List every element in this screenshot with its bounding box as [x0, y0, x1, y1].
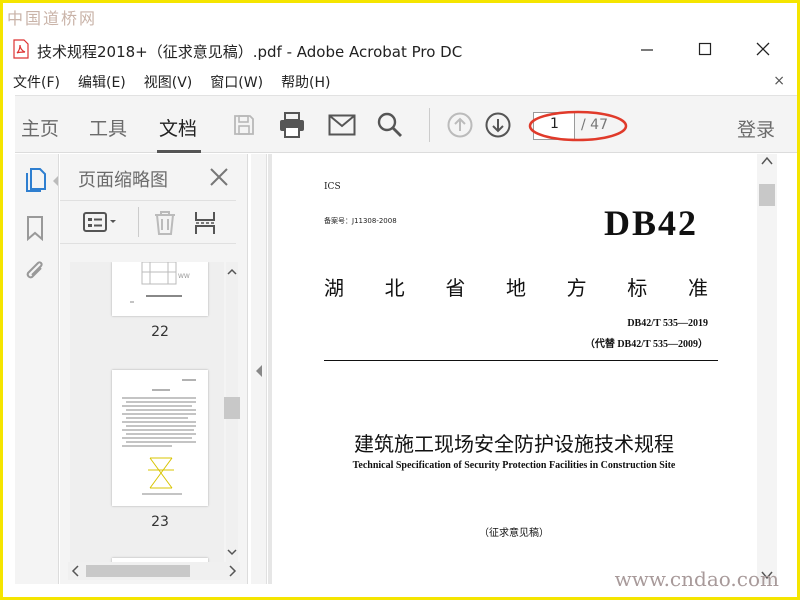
menu-file[interactable]: 文件(F) — [13, 72, 60, 92]
doc-draft-label: （征求意见稿） — [479, 528, 549, 539]
page-22-preview: WW — [130, 262, 190, 303]
thumbnail-list[interactable]: WW 22 23 — [70, 262, 224, 562]
thumbnail-toolbar — [60, 200, 236, 244]
bookmark-icon — [27, 216, 43, 241]
thumbnail-label-23: 23 — [151, 514, 169, 530]
doc-header-rule — [324, 360, 718, 361]
thumbnail-toolbar-separator — [138, 207, 139, 237]
thumbnail-vertical-scrollbar[interactable] — [224, 262, 240, 562]
svg-text:WW: WW — [178, 273, 190, 280]
insert-page-icon[interactable] — [194, 210, 218, 236]
tab-tools[interactable]: 工具 — [89, 114, 127, 141]
title-bar: 技术规程2018+（征求意见稿）.pdf - Adobe Acrobat Pro… — [3, 33, 797, 67]
menu-view[interactable]: 视图(V) — [144, 72, 193, 92]
tab-home[interactable]: 主页 — [21, 114, 59, 141]
thumbnail-horizontal-scrollbar[interactable] — [68, 562, 240, 580]
menu-help[interactable]: 帮助(H) — [281, 72, 330, 92]
pages-icon — [26, 168, 46, 192]
doc-replaces: （代替 DB42/T 535—2009） — [584, 339, 708, 350]
print-icon — [280, 112, 304, 138]
doc-standard-type: 湖 北 省 地 方 标 准 — [324, 272, 708, 301]
paperclip-icon — [26, 261, 43, 279]
print-button[interactable] — [277, 110, 307, 140]
pdf-file-icon — [13, 39, 29, 59]
email-icon — [328, 114, 356, 136]
thumbnail-panel: 页面缩略图 WW 22 23 — [60, 154, 248, 584]
navigation-rail — [15, 154, 59, 584]
minimize-icon — [641, 49, 653, 51]
doc-scroll-up-icon[interactable] — [760, 156, 774, 166]
thumbnail-page-22[interactable]: WW — [112, 262, 208, 316]
highlight-annotation — [528, 110, 628, 142]
std-char: 北 — [384, 276, 405, 300]
maximize-button[interactable] — [685, 35, 725, 63]
close-panel-icon[interactable] — [208, 166, 230, 188]
page-up-icon — [447, 112, 473, 138]
page-thumbnails-button[interactable] — [21, 166, 49, 194]
attachments-button[interactable] — [21, 258, 49, 286]
std-char: 地 — [505, 276, 526, 300]
active-tab-indicator — [157, 150, 201, 153]
doc-scroll-thumb[interactable] — [759, 184, 775, 206]
active-rail-indicator — [53, 176, 58, 186]
std-char: 准 — [687, 276, 708, 300]
document-view[interactable]: ICS 备案号：J11308-2008 DB42 湖 北 省 地 方 标 准 D… — [268, 154, 756, 584]
app-window: 中国道桥网 技术规程2018+（征求意见稿）.pdf - Adobe Acrob… — [0, 0, 800, 600]
thumbnail-scroll-thumb[interactable] — [224, 397, 240, 419]
search-icon — [377, 112, 402, 137]
minimize-button[interactable] — [627, 35, 667, 63]
watermark-top: 中国道桥网 — [7, 9, 98, 28]
doc-ics: ICS — [324, 182, 341, 192]
scroll-left-icon[interactable] — [70, 564, 82, 578]
page-23-preview — [122, 379, 196, 495]
scroll-up-icon[interactable] — [226, 266, 238, 278]
std-char: 标 — [627, 276, 648, 300]
doc-standard-code: DB42 — [603, 203, 698, 243]
doc-standard-number: DB42/T 535—2019 — [627, 318, 708, 329]
std-char: 湖 — [324, 276, 344, 300]
tab-document[interactable]: 文档 — [159, 114, 197, 141]
doc-record-number: 备案号：J11308-2008 — [324, 217, 397, 225]
collapse-left-icon — [256, 365, 262, 377]
close-icon — [756, 42, 770, 56]
save-button[interactable] — [229, 110, 259, 140]
menu-bar: 文件(F) 编辑(E) 视图(V) 窗口(W) 帮助(H) × — [3, 71, 797, 93]
thumbnail-page-23[interactable] — [112, 370, 208, 506]
page-down-icon — [485, 112, 511, 138]
toolbar-separator — [429, 108, 430, 142]
search-button[interactable] — [375, 110, 405, 140]
watermark-bottom: www.cndao.com — [614, 567, 779, 591]
email-button[interactable] — [327, 110, 357, 140]
thumbnail-options-icon[interactable] — [82, 210, 118, 234]
close-button[interactable] — [743, 35, 783, 63]
main-toolbar: 主页 工具 文档 1 / 47 登录 — [15, 95, 797, 153]
delete-page-icon[interactable] — [152, 210, 178, 236]
thumbnail-label-22: 22 — [151, 324, 169, 340]
menu-window[interactable]: 窗口(W) — [210, 72, 263, 92]
thumbnail-panel-title: 页面缩略图 — [78, 170, 168, 191]
std-char: 方 — [566, 276, 587, 300]
maximize-icon — [698, 42, 712, 56]
menu-close-document[interactable]: × — [773, 73, 785, 89]
scroll-down-icon[interactable] — [226, 546, 238, 558]
document-page: ICS 备案号：J11308-2008 DB42 湖 北 省 地 方 标 准 D… — [272, 154, 756, 584]
previous-page-button[interactable] — [445, 110, 475, 140]
next-page-button[interactable] — [483, 110, 513, 140]
std-char: 省 — [445, 276, 466, 300]
document-vertical-scrollbar[interactable] — [757, 154, 777, 584]
menu-edit[interactable]: 编辑(E) — [78, 72, 126, 92]
bookmarks-button[interactable] — [21, 214, 49, 242]
doc-title: 建筑施工现场安全防护设施技术规程 — [354, 432, 674, 456]
scroll-right-icon[interactable] — [226, 564, 238, 578]
collapse-left-panel[interactable] — [251, 154, 267, 584]
save-icon — [234, 115, 254, 135]
sign-in-button[interactable]: 登录 — [737, 115, 775, 142]
doc-english-title: Technical Specification of Security Prot… — [352, 460, 676, 471]
thumbnail-hscroll-thumb[interactable] — [86, 565, 190, 577]
window-title: 技术规程2018+（征求意见稿）.pdf - Adobe Acrobat Pro… — [37, 43, 463, 61]
